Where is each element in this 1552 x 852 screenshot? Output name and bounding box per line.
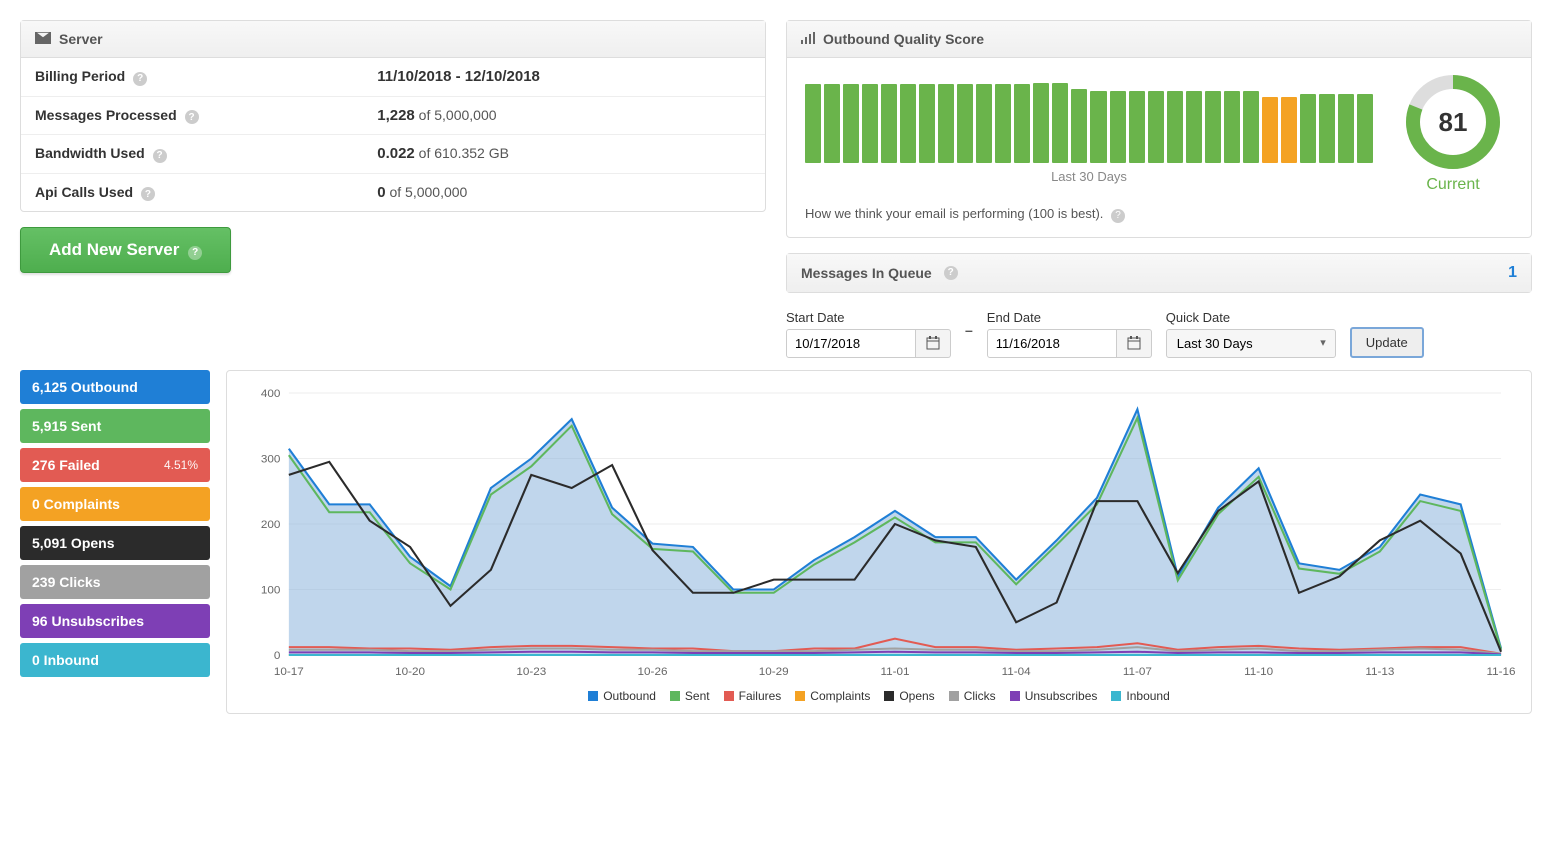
svg-text:11-16: 11-16 xyxy=(1487,666,1516,678)
chart-legend: Outbound Sent Failures Complaints Opens Click… xyxy=(241,683,1517,707)
svg-text:11-04: 11-04 xyxy=(1002,666,1031,678)
svg-text:10-20: 10-20 xyxy=(395,666,425,678)
envelope-icon xyxy=(35,31,51,47)
date-separator: – xyxy=(965,322,973,344)
end-date-calendar-button[interactable] xyxy=(1117,329,1152,358)
svg-text:11-01: 11-01 xyxy=(880,666,909,678)
start-date-label: Start Date xyxy=(786,310,951,325)
server-panel-title: Server xyxy=(59,31,103,47)
server-table: Billing Period ?11/10/2018 - 12/10/2018M… xyxy=(21,58,765,211)
svg-text:200: 200 xyxy=(261,519,281,531)
legend-item[interactable]: Sent xyxy=(670,689,710,703)
legend-item[interactable]: Unsubscribes xyxy=(1010,689,1098,703)
svg-text:100: 100 xyxy=(261,584,281,596)
date-controls: Start Date – End Date xyxy=(786,308,1532,358)
stat-badge-failed[interactable]: 276 Failed4.51% xyxy=(20,448,210,482)
svg-text:10-23: 10-23 xyxy=(516,666,546,678)
quality-score-value: 81 xyxy=(1403,72,1503,172)
quality-current-label: Current xyxy=(1393,176,1513,194)
legend-item[interactable]: Clicks xyxy=(949,689,996,703)
quick-date-select[interactable]: Last 30 Days xyxy=(1166,329,1336,358)
svg-text:11-10: 11-10 xyxy=(1244,666,1273,678)
queue-panel: Messages In Queue ? 1 xyxy=(786,253,1532,293)
svg-text:11-13: 11-13 xyxy=(1365,666,1394,678)
calendar-icon xyxy=(1127,336,1141,350)
quality-panel-header: Outbound Quality Score xyxy=(787,21,1531,58)
legend-item[interactable]: Failures xyxy=(724,689,782,703)
svg-text:10-26: 10-26 xyxy=(638,666,668,678)
stat-badge-opens[interactable]: 5,091 Opens xyxy=(20,526,210,560)
calendar-icon xyxy=(926,336,940,350)
stat-badge-complaints[interactable]: 0 Complaints xyxy=(20,487,210,521)
quality-bars-label: Last 30 Days xyxy=(805,169,1373,184)
stat-summary-column: 6,125 Outbound 5,915 Sent 276 Failed4.51% 0… xyxy=(20,370,210,714)
svg-text:0: 0 xyxy=(274,650,281,662)
add-new-server-button[interactable]: Add New Server ? xyxy=(20,227,231,273)
server-row: Messages Processed ?1,228 of 5,000,000 xyxy=(21,96,765,135)
server-panel: Server Billing Period ?11/10/2018 - 12/1… xyxy=(20,20,766,212)
end-date-label: End Date xyxy=(987,310,1152,325)
help-icon: ? xyxy=(188,246,202,260)
help-icon[interactable]: ? xyxy=(1111,209,1125,223)
legend-item[interactable]: Outbound xyxy=(588,689,656,703)
server-row: Bandwidth Used ?0.022 of 610.352 GB xyxy=(21,135,765,174)
bars-icon xyxy=(801,31,815,47)
end-date-input[interactable] xyxy=(987,329,1117,358)
help-icon[interactable]: ? xyxy=(153,149,167,163)
legend-item[interactable]: Opens xyxy=(884,689,934,703)
quality-title: Outbound Quality Score xyxy=(823,31,984,47)
timeseries-chart-panel: 0 100 200 300 400 10-17 10-20 10-23 10-26 10-29 11… xyxy=(226,370,1532,714)
help-icon[interactable]: ? xyxy=(133,72,147,86)
server-row: Billing Period ?11/10/2018 - 12/10/2018 xyxy=(21,58,765,96)
help-icon[interactable]: ? xyxy=(944,266,958,280)
queue-title: Messages In Queue xyxy=(801,265,932,281)
help-icon[interactable]: ? xyxy=(141,187,155,201)
update-button[interactable]: Update xyxy=(1350,327,1424,358)
stat-badge-clicks[interactable]: 239 Clicks xyxy=(20,565,210,599)
svg-text:10-29: 10-29 xyxy=(759,666,789,678)
server-row: Api Calls Used ?0 of 5,000,000 xyxy=(21,173,765,211)
add-new-server-label: Add New Server xyxy=(49,240,179,259)
timeseries-chart: 0 100 200 300 400 10-17 10-20 10-23 10-26 10-29 11… xyxy=(241,383,1517,683)
quality-note: How we think your email is performing (1… xyxy=(787,206,1531,237)
legend-item[interactable]: Complaints xyxy=(795,689,870,703)
server-panel-header: Server xyxy=(21,21,765,58)
legend-item[interactable]: Inbound xyxy=(1111,689,1169,703)
start-date-input[interactable] xyxy=(786,329,916,358)
svg-text:10-17: 10-17 xyxy=(274,666,304,678)
stat-badge-outbound[interactable]: 6,125 Outbound xyxy=(20,370,210,404)
stat-badge-inbound[interactable]: 0 Inbound xyxy=(20,643,210,677)
stat-badge-unsubscribes[interactable]: 96 Unsubscribes xyxy=(20,604,210,638)
stat-badge-sent[interactable]: 5,915 Sent xyxy=(20,409,210,443)
quality-donut: 81 xyxy=(1403,72,1503,172)
svg-text:11-07: 11-07 xyxy=(1123,666,1152,678)
start-date-calendar-button[interactable] xyxy=(916,329,951,358)
queue-value[interactable]: 1 xyxy=(1508,264,1517,282)
quality-panel: Outbound Quality Score Last 30 Days 81 xyxy=(786,20,1532,238)
svg-text:300: 300 xyxy=(261,453,281,465)
quick-date-label: Quick Date xyxy=(1166,310,1336,325)
help-icon[interactable]: ? xyxy=(185,110,199,124)
quality-bars xyxy=(805,83,1373,163)
svg-text:400: 400 xyxy=(261,388,281,400)
